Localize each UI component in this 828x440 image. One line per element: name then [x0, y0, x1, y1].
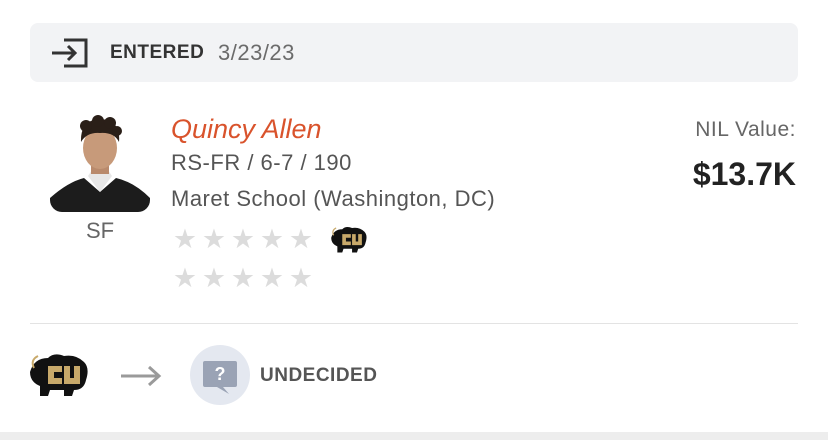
nil-value-label: NIL Value: [695, 118, 796, 141]
player-headshot [50, 112, 150, 212]
star-icon: ★ [230, 224, 256, 254]
status-date: 3/23/23 [218, 40, 295, 65]
bottom-band [0, 432, 828, 440]
status-label: ENTERED [110, 42, 205, 63]
player-school: Maret School (Washington, DC) [171, 186, 496, 211]
star-rating-secondary: ★ ★ ★ ★ ★ [172, 263, 314, 293]
player-class-height-weight: RS-FR / 6-7 / 190 [171, 150, 352, 175]
player-name[interactable]: Quincy Allen [171, 114, 322, 145]
arrow-right-icon [121, 365, 162, 387]
colorado-buffaloes-logo[interactable] [28, 350, 90, 398]
star-icon: ★ [201, 224, 227, 254]
star-icon: ★ [259, 263, 285, 293]
divider [30, 323, 798, 324]
svg-text:?: ? [215, 364, 226, 384]
star-icon: ★ [201, 263, 227, 293]
star-icon: ★ [172, 263, 198, 293]
question-bubble-icon: ? [190, 345, 250, 405]
star-icon: ★ [230, 263, 256, 293]
enter-icon [52, 38, 88, 68]
star-icon: ★ [259, 224, 285, 254]
transfer-status-bar: ENTERED 3/23/23 [30, 23, 798, 82]
nil-value: $13.7K [692, 156, 796, 192]
star-rating-primary: ★ ★ ★ ★ ★ [172, 224, 314, 254]
destination-label: UNDECIDED [260, 365, 378, 386]
colorado-buffaloes-logo [331, 226, 367, 253]
avatar[interactable] [50, 112, 150, 212]
star-icon: ★ [288, 263, 314, 293]
player-position: SF [85, 218, 115, 243]
star-icon: ★ [288, 224, 314, 254]
star-icon: ★ [172, 224, 198, 254]
